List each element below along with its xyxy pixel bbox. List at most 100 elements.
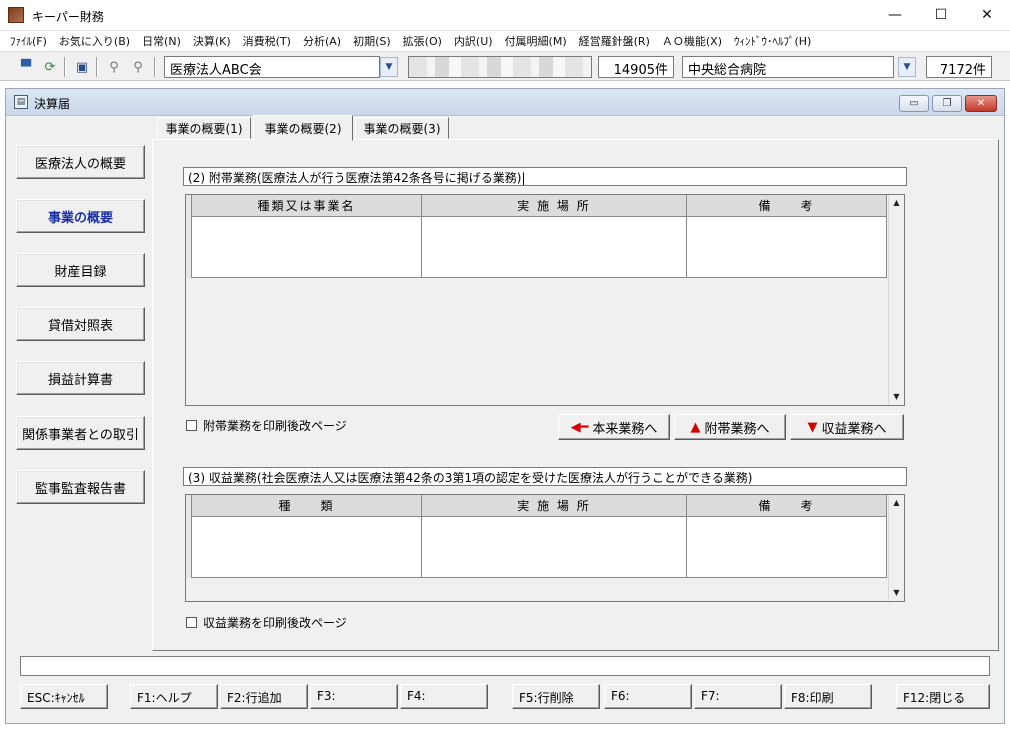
menu-window-help[interactable]: ｳｨﾝﾄﾞｳ･ﾍﾙﾌﾟ(H) — [728, 33, 817, 49]
scroll-up-arrow-icon[interactable]: ▲ — [889, 195, 904, 210]
f8-print-button[interactable]: F8:印刷 — [784, 684, 872, 709]
app-title: キーパー財務 — [32, 10, 104, 24]
company-count: 14905件 — [598, 56, 674, 78]
key-icon-2[interactable]: ⚲ — [128, 58, 148, 76]
child-close-button[interactable]: ✕ — [965, 95, 997, 112]
section2-cell-remarks[interactable] — [687, 217, 887, 278]
child-window: ▤ 決算届 ▭ ❐ ✕ 医療法人の概要 事業の概要 財産目録 貸借対照表 損益計… — [5, 88, 1005, 724]
menu-bar: ﾌｧｲﾙ(F) お気に入り(B) 日常(N) 決算(K) 消費税(T) 分析(A… — [0, 31, 1010, 51]
nav-related-party-transactions[interactable]: 関係事業者との取引 — [16, 416, 145, 450]
tab-business-overview-1[interactable]: 事業の概要(1) — [157, 117, 251, 139]
menu-analysis[interactable]: 分析(A) — [297, 33, 347, 49]
f2-add-row-button[interactable]: F2:行追加 — [220, 684, 308, 709]
close-button[interactable]: ✕ — [964, 0, 1010, 30]
company-select[interactable]: 医療法人ABC会 — [164, 56, 380, 78]
section2-cell-type[interactable] — [192, 217, 422, 278]
child-restore-button[interactable]: ❐ — [932, 95, 962, 112]
child-minimize-button[interactable]: ▭ — [899, 95, 929, 112]
menu-breakdown[interactable]: 内訳(U) — [448, 33, 499, 49]
section3-cell-type[interactable] — [192, 517, 422, 578]
office-dropdown-icon[interactable]: ▼ — [898, 57, 916, 77]
maximize-button[interactable]: ☐ — [918, 0, 964, 30]
menu-ao-functions[interactable]: ＡＯ機能(X) — [656, 33, 728, 49]
section3-grid: 種 類 実 施 場 所 備 考 ▲ ▼ — [185, 494, 905, 602]
menu-closing[interactable]: 決算(K) — [187, 33, 237, 49]
goto-main-business-label: 本来業務へ — [592, 421, 658, 437]
nav-business-overview[interactable]: 事業の概要 — [16, 199, 145, 233]
f12-close-button[interactable]: F12:閉じる — [896, 684, 990, 709]
section2-print-label: 附帯業務を印刷後改ページ — [203, 419, 347, 433]
section3-scrollbar[interactable]: ▲ ▼ — [888, 495, 904, 601]
title-bar: キーパー財務 — ☐ ✕ — [0, 0, 1010, 31]
goto-main-business-button[interactable]: ◀━ 本来業務へ — [558, 414, 670, 440]
section2-grid: 種類又は事業名 実 施 場 所 備 考 ▲ ▼ — [185, 194, 905, 406]
goto-profit-business-label: 収益業務へ — [821, 421, 887, 437]
f5-delete-row-button[interactable]: F5:行削除 — [512, 684, 600, 709]
section2-print-checkbox[interactable] — [186, 420, 197, 431]
tab-panel: (2) 附帯業務(医療法人が行う医療法第42条各号に掲げる業務)| 種類又は事業… — [152, 139, 999, 651]
section2-header-type: 種類又は事業名 — [192, 195, 422, 217]
tab-business-overview-2[interactable]: 事業の概要(2) — [253, 115, 353, 141]
nav-medical-corp-overview[interactable]: 医療法人の概要 — [16, 145, 145, 179]
menu-extend[interactable]: 拡張(O) — [397, 33, 448, 49]
section2-title: (2) 附帯業務(医療法人が行う医療法第42条各号に掲げる業務)| — [183, 167, 907, 186]
key-icon[interactable]: ⚲ — [104, 58, 124, 76]
status-field[interactable] — [20, 656, 990, 676]
minimize-button[interactable]: — — [872, 0, 918, 30]
nav-audit-report[interactable]: 監事監査報告書 — [16, 470, 145, 504]
esc-cancel-button[interactable]: ESC:ｷｬﾝｾﾙ — [20, 684, 108, 709]
menu-initial[interactable]: 初期(S) — [347, 33, 397, 49]
child-title: 決算届 — [34, 97, 71, 111]
section3-print-checkbox[interactable] — [186, 617, 197, 628]
section3-cell-remarks[interactable] — [687, 517, 887, 578]
menu-daily[interactable]: 日常(N) — [136, 33, 187, 49]
arrow-up-icon: ▲ — [690, 419, 701, 435]
section3-print-label: 収益業務を印刷後改ページ — [203, 616, 347, 630]
section2-header-location: 実 施 場 所 — [422, 195, 687, 217]
goto-profit-business-button[interactable]: ▼ 収益業務へ — [790, 414, 904, 440]
menu-consumption-tax[interactable]: 消費税(T) — [237, 33, 297, 49]
child-title-bar: ▤ 決算届 ▭ ❐ ✕ — [6, 89, 1004, 116]
nav-balance-sheet[interactable]: 貸借対照表 — [16, 307, 145, 341]
office-count: 7172件 — [926, 56, 992, 78]
section2-header-remarks: 備 考 — [687, 195, 887, 217]
goto-incidental-business-button[interactable]: ▲ 附帯業務へ — [674, 414, 786, 440]
document-icon: ▤ — [14, 95, 28, 109]
office-select[interactable]: 中央総合病院 — [682, 56, 894, 78]
scroll-down-arrow-icon[interactable]: ▼ — [889, 585, 904, 600]
toolbar: ▀ ⟳ ▣ ⚲ ⚲ 医療法人ABC会 ▼ 14905件 中央総合病院 ▼ 717… — [0, 51, 1010, 81]
monitor-icon[interactable]: ▀ — [16, 58, 36, 76]
toolbar-separator — [154, 57, 156, 77]
menu-compass[interactable]: 経営羅針盤(R) — [573, 33, 656, 49]
toolbar-separator — [96, 57, 98, 77]
section2-cell-location[interactable] — [422, 217, 687, 278]
nav-property-inventory[interactable]: 財産目録 — [16, 253, 145, 287]
menu-favorites[interactable]: お気に入り(B) — [53, 33, 136, 49]
tab-business-overview-3[interactable]: 事業の概要(3) — [355, 117, 449, 139]
f7-button[interactable]: F7: — [694, 684, 782, 709]
picture-icon[interactable]: ▣ — [72, 58, 92, 76]
scroll-down-arrow-icon[interactable]: ▼ — [889, 389, 904, 404]
section3-title: (3) 収益業務(社会医療法人又は医療法第42条の3第1項の認定を受けた医療法人… — [183, 467, 907, 486]
arrow-left-icon: ◀━ — [570, 419, 589, 435]
app-icon — [8, 7, 24, 23]
menu-file[interactable]: ﾌｧｲﾙ(F) — [4, 33, 53, 49]
section2-scrollbar[interactable]: ▲ ▼ — [888, 195, 904, 405]
nav-income-statement[interactable]: 損益計算書 — [16, 361, 145, 395]
section3-cell-location[interactable] — [422, 517, 687, 578]
section3-header-location: 実 施 場 所 — [422, 495, 687, 517]
f6-button[interactable]: F6: — [604, 684, 692, 709]
section3-header-type: 種 類 — [192, 495, 422, 517]
f3-button[interactable]: F3: — [310, 684, 398, 709]
masked-field — [408, 56, 592, 78]
arrow-down-icon: ▼ — [807, 419, 818, 435]
f1-help-button[interactable]: F1:ヘルプ — [130, 684, 218, 709]
menu-attached-details[interactable]: 付属明細(M) — [499, 33, 573, 49]
scroll-up-arrow-icon[interactable]: ▲ — [889, 495, 904, 510]
goto-incidental-business-label: 附帯業務へ — [704, 421, 770, 437]
toolbar-separator — [64, 57, 66, 77]
f4-button[interactable]: F4: — [400, 684, 488, 709]
company-dropdown-icon[interactable]: ▼ — [380, 57, 398, 77]
section3-header-remarks: 備 考 — [687, 495, 887, 517]
refresh-icon[interactable]: ⟳ — [40, 58, 60, 76]
